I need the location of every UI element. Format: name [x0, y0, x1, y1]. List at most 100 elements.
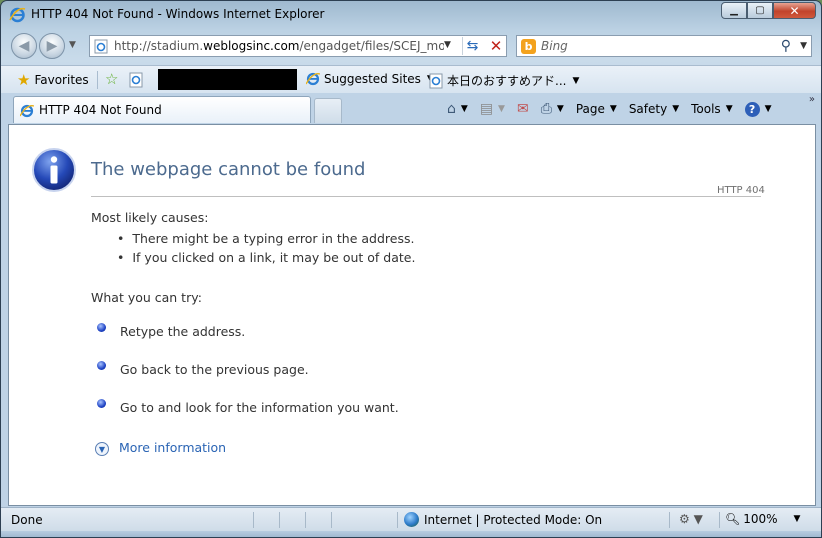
- recent-pages-dropdown[interactable]: ▼: [69, 40, 76, 50]
- try-item-text: Go to and look for the information you w…: [120, 400, 399, 415]
- back-arrow-icon: ◀: [18, 38, 30, 54]
- forward-arrow-icon: ▶: [46, 38, 58, 54]
- caption-buttons: ▁ ▢ ✕: [721, 2, 816, 19]
- address-url[interactable]: http://stadium.weblogsinc.com/engadget/f…: [114, 39, 444, 53]
- ie-logo-icon: [306, 72, 320, 86]
- command-bar: ⌂ ▼ ▤ ▼ ✉ ⎙ ▼ Page ▼ Safety ▼ Tools ▼ ? …: [447, 98, 784, 120]
- security-zone[interactable]: Internet | Protected Mode: On: [404, 512, 602, 527]
- maximize-icon: ▢: [755, 5, 765, 16]
- back-button[interactable]: ◀: [11, 33, 37, 59]
- minimize-button[interactable]: ▁: [721, 2, 747, 19]
- try-heading: What you can try:: [91, 290, 202, 305]
- web-slice-gallery-icon[interactable]: [129, 72, 143, 88]
- page-icon: [429, 73, 443, 88]
- chevron-down-icon: ▼: [793, 514, 801, 524]
- help-icon: ?: [744, 101, 760, 117]
- refresh-button[interactable]: ⇆: [462, 37, 482, 55]
- minimize-icon: ▁: [730, 5, 738, 16]
- navigation-bar: ◀ ▶ ▼ http://stadium.weblogsinc.com/enga…: [1, 31, 821, 61]
- globe-icon: [404, 512, 419, 527]
- window-bottom-border: [1, 531, 821, 537]
- mail-icon: ✉: [516, 101, 529, 117]
- chevron-down-icon: ▼: [725, 104, 733, 114]
- more-information-label: More information: [119, 440, 227, 455]
- address-dropdown[interactable]: ▼: [444, 40, 451, 50]
- url-prefix: http://stadium.: [114, 39, 204, 53]
- tools-menu[interactable]: Tools ▼: [691, 102, 732, 116]
- star-icon: ★: [17, 71, 31, 89]
- try-item-go-to: Go to and look for the information you w…: [97, 399, 399, 415]
- forward-button[interactable]: ▶: [39, 33, 65, 59]
- page-icon: [94, 39, 108, 54]
- search-icon[interactable]: ⚲: [781, 38, 791, 54]
- list-item: There might be a typing error in the add…: [117, 231, 415, 250]
- refresh-icon: ⇆: [466, 38, 479, 54]
- address-bar[interactable]: http://stadium.weblogsinc.com/engadget/f…: [89, 35, 507, 57]
- status-bar: Done Internet | Protected Mode: On ⚙ ▼ 🔍…: [1, 507, 821, 531]
- search-box[interactable]: b Bing ⚲ ▼: [516, 35, 812, 57]
- close-button[interactable]: ✕: [773, 2, 816, 19]
- safety-menu-label: Safety: [628, 102, 668, 116]
- stop-icon: ✕: [489, 37, 503, 55]
- title-bar: HTTP 404 Not Found - Windows Internet Ex…: [1, 1, 821, 29]
- printer-icon: ⎙: [540, 101, 552, 117]
- feeds-button[interactable]: ▤ ▼: [480, 101, 505, 117]
- causes-list: There might be a typing error in the add…: [117, 231, 415, 269]
- tools-menu-label: Tools: [691, 102, 721, 116]
- try-item-text: Retype the address.: [120, 324, 246, 339]
- favorites-label: Favorites: [34, 73, 89, 87]
- chevron-down-icon: ▼: [609, 104, 617, 114]
- print-button[interactable]: ⎙ ▼: [541, 101, 564, 117]
- page-menu-label: Page: [575, 102, 605, 116]
- status-divider: [331, 512, 332, 528]
- stop-button[interactable]: ✕: [486, 37, 506, 55]
- chevron-down-icon: ▼: [498, 104, 505, 114]
- chevron-down-icon: ▼: [672, 104, 680, 114]
- bullet-icon: [97, 361, 106, 370]
- favorites-button[interactable]: ★ Favorites: [11, 69, 95, 91]
- close-icon: ✕: [789, 3, 800, 18]
- status-divider: [397, 512, 398, 528]
- try-item-go-back: Go back to the previous page.: [97, 361, 309, 377]
- bullet-icon: [97, 323, 106, 332]
- favorites-bar: ★ Favorites ☆ Suggested Sites ▼ 本日のおすすめア…: [1, 65, 821, 93]
- search-options-dropdown[interactable]: ▼: [800, 41, 807, 51]
- zoom-control[interactable]: 🔍︎ 100% ▼: [725, 512, 800, 526]
- redacted-favorite-link[interactable]: [158, 69, 297, 90]
- ie-logo-icon: [20, 104, 34, 118]
- tab-row: HTTP 404 Not Found ⌂ ▼ ▤ ▼ ✉ ⎙ ▼ Page ▼: [1, 94, 821, 124]
- ie-window: HTTP 404 Not Found - Windows Internet Ex…: [0, 0, 822, 538]
- url-path: /engadget/files/SCEJ_move_4: [299, 39, 444, 53]
- search-placeholder[interactable]: Bing: [541, 39, 568, 53]
- bing-logo-icon: b: [521, 39, 536, 54]
- suggested-sites-label: Suggested Sites: [324, 72, 421, 86]
- chevron-down-icon: ▼: [556, 104, 564, 114]
- window-title: HTTP 404 Not Found - Windows Internet Ex…: [31, 7, 325, 21]
- status-divider: [305, 512, 306, 528]
- try-item-text: Go back to the previous page.: [120, 362, 309, 377]
- status-divider: [719, 512, 720, 528]
- chevron-down-icon: ▼: [460, 104, 468, 114]
- info-icon: [32, 148, 76, 192]
- status-divider: [279, 512, 280, 528]
- ie-logo-icon: [9, 7, 26, 23]
- tab-http-404[interactable]: HTTP 404 Not Found: [13, 96, 311, 123]
- page-menu[interactable]: Page ▼: [576, 102, 617, 116]
- add-to-favorites-icon[interactable]: ☆: [105, 70, 118, 88]
- safety-menu[interactable]: Safety ▼: [629, 102, 679, 116]
- read-mail-button[interactable]: ✉: [517, 101, 529, 117]
- page-title: The webpage cannot be found: [91, 159, 366, 180]
- suggested-sites-link[interactable]: Suggested Sites ▼: [306, 72, 434, 86]
- more-information-link[interactable]: ▼ More information: [95, 439, 226, 456]
- maximize-button[interactable]: ▢: [747, 2, 773, 19]
- page-content: The webpage cannot be found HTTP 404 Mos…: [8, 124, 816, 506]
- help-menu[interactable]: ? ▼: [744, 101, 772, 117]
- popup-blocker-icon[interactable]: ⚙ ▼: [679, 512, 703, 526]
- bullet-icon: [97, 399, 106, 408]
- home-button[interactable]: ⌂ ▼: [447, 101, 468, 117]
- recommended-addons-link[interactable]: 本日のおすすめアド... ▼: [429, 72, 579, 89]
- new-tab-button[interactable]: [314, 98, 342, 123]
- more-commands-icon[interactable]: »: [809, 94, 815, 105]
- toolbar-divider: [97, 71, 98, 89]
- http-status-code: HTTP 404: [717, 185, 765, 196]
